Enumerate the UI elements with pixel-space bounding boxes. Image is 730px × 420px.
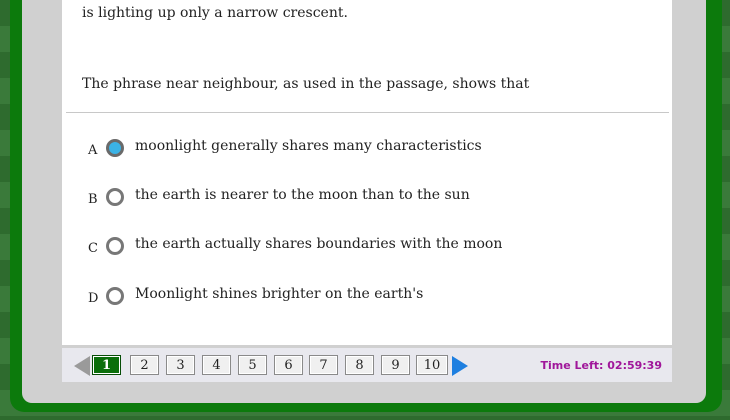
option-text: moonlight generally shares many characte… (135, 138, 482, 154)
option-letter: D (88, 291, 99, 306)
page-button-1[interactable]: 1 (92, 355, 121, 375)
pagination-bar: 1 2 3 4 5 6 7 8 9 10 Time Left: 02:59:39 (62, 348, 672, 382)
page-button-10[interactable]: 10 (416, 355, 448, 375)
question-card: is lighting up only a narrow crescent. T… (62, 0, 672, 345)
radio-icon[interactable] (106, 188, 124, 206)
time-left: Time Left: 02:59:39 (540, 359, 663, 372)
page-button-2[interactable]: 2 (130, 355, 159, 375)
option-text: the earth is nearer to the moon than to … (135, 187, 470, 203)
option-letter: B (88, 192, 98, 207)
option-a[interactable]: A moonlight generally shares many charac… (62, 137, 662, 161)
radio-icon[interactable] (106, 287, 124, 305)
page-button-3[interactable]: 3 (166, 355, 195, 375)
option-d[interactable]: D Moonlight shines brighter on the earth… (62, 285, 662, 309)
page-button-4[interactable]: 4 (202, 355, 231, 375)
page-button-6[interactable]: 6 (274, 355, 303, 375)
option-text: Moonlight shines brighter on the earth's (135, 286, 424, 302)
option-text: the earth actually shares boundaries wit… (135, 236, 503, 252)
prev-arrow-icon[interactable] (74, 356, 90, 376)
radio-selected-icon[interactable] (106, 139, 124, 157)
question-text: The phrase near neighbour, as used in th… (82, 76, 530, 92)
passage-text: is lighting up only a narrow crescent. (82, 5, 348, 21)
divider (66, 112, 669, 113)
option-b[interactable]: B the earth is nearer to the moon than t… (62, 186, 662, 210)
page-button-7[interactable]: 7 (309, 355, 338, 375)
radio-icon[interactable] (106, 237, 124, 255)
option-letter: A (88, 143, 98, 158)
option-letter: C (88, 241, 98, 256)
page-button-8[interactable]: 8 (345, 355, 374, 375)
page-button-9[interactable]: 9 (381, 355, 410, 375)
next-arrow-icon[interactable] (452, 356, 468, 376)
option-c[interactable]: C the earth actually shares boundaries w… (62, 235, 662, 259)
page-button-5[interactable]: 5 (238, 355, 267, 375)
